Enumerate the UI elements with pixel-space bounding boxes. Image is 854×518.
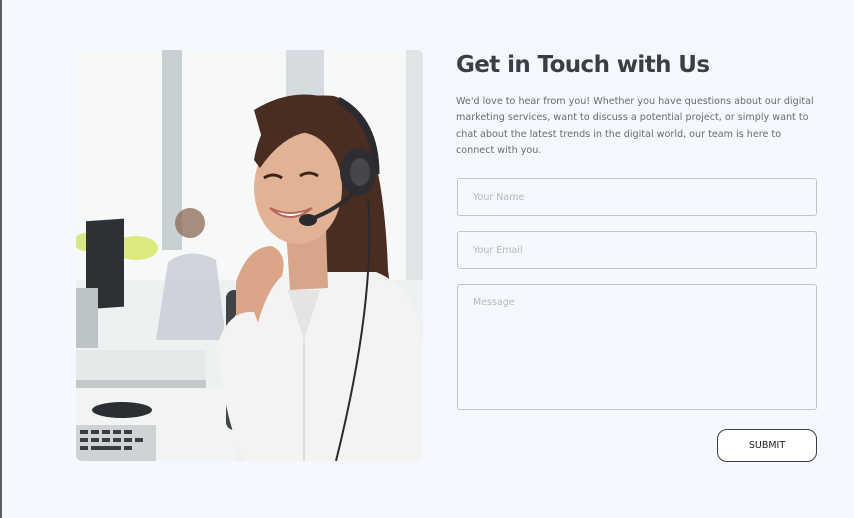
contact-section: Get in Touch with Us We'd love to hear f…: [0, 0, 854, 518]
email-field[interactable]: [457, 231, 817, 269]
name-field[interactable]: [457, 178, 817, 216]
intro-paragraph: We'd love to hear from you! Whether you …: [456, 96, 814, 157]
message-field[interactable]: [457, 284, 817, 410]
customer-support-photo: [76, 50, 423, 461]
page-title: Get in Touch with Us: [456, 52, 710, 78]
submit-button[interactable]: SUBMIT: [717, 429, 817, 462]
